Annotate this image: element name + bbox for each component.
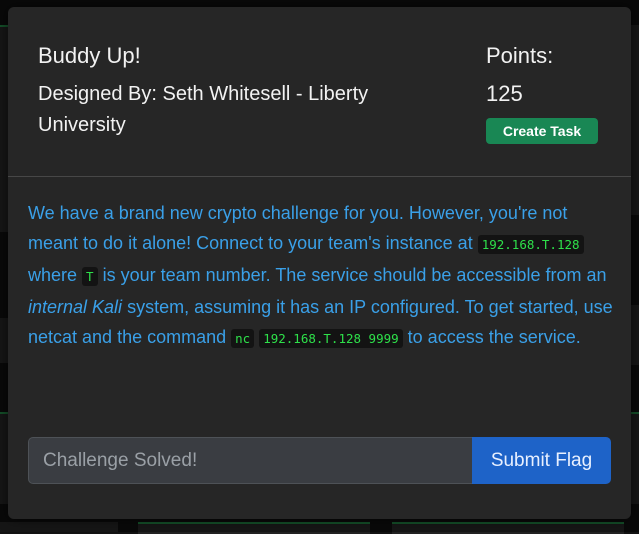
modal-header: Buddy Up! Designed By: Seth Whitesell - … [8,7,631,177]
submit-flag-button[interactable]: Submit Flag [472,437,611,484]
create-task-button[interactable]: Create Task [486,118,598,144]
ip-code: 192.168.T.128 [477,235,584,254]
description-emphasis: internal Kali [28,297,123,317]
points-value: 125 [486,81,523,106]
flag-submit-group: Submit Flag [28,437,611,484]
description-text: to access the service. [402,327,581,347]
description-text: where [28,265,83,285]
flag-input[interactable] [28,437,472,484]
nc-code: nc [231,329,255,348]
points-label: Points: [486,43,554,68]
team-var-code: T [82,267,98,286]
nc-args-code: 192.168.T.128 9999 [259,329,403,348]
challenge-description: We have a brand new crypto challenge for… [28,198,618,354]
challenge-modal: Buddy Up! Designed By: Seth Whitesell - … [8,7,631,519]
challenge-title: Buddy Up! [38,43,141,68]
challenge-designer: Designed By: Seth Whitesell - Liberty Un… [38,83,369,136]
description-text: is your team number. The service should … [97,265,607,285]
